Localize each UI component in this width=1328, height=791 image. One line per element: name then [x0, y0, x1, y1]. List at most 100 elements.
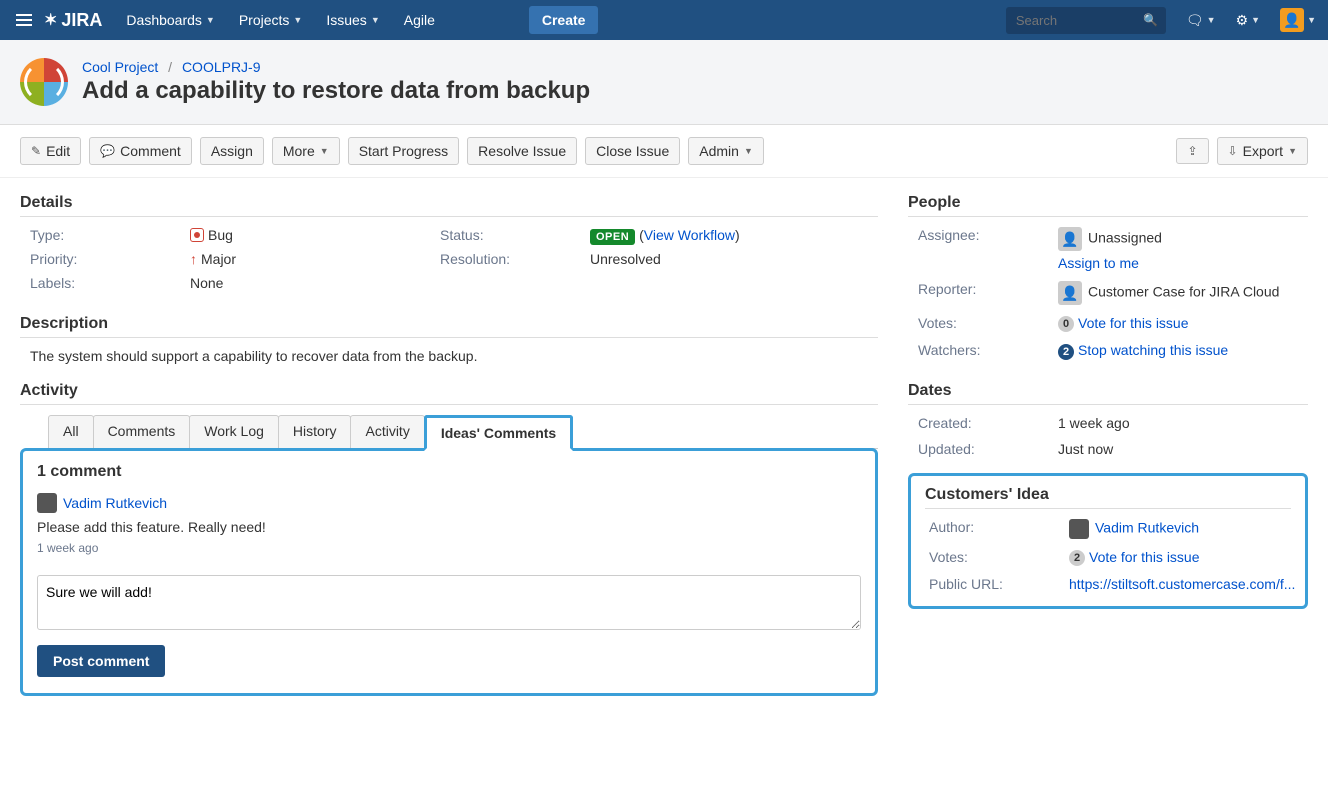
description-text: The system should support a capability t… [20, 348, 878, 364]
nav-agile[interactable]: Agile [394, 0, 445, 40]
ideas-comments-panel: 1 comment Vadim Rutkevich Please add thi… [20, 448, 878, 696]
page-header: Cool Project / COOLPRJ-9 Add a capabilit… [0, 40, 1328, 125]
type-value: Bug [190, 227, 440, 243]
status-badge: OPEN [590, 229, 635, 245]
created-label: Created: [918, 415, 1058, 431]
help-icon[interactable]: 🗨▼ [1186, 12, 1216, 29]
votes-value: 0Vote for this issue [1058, 315, 1308, 332]
jira-logo[interactable]: ✶ JIRA [44, 10, 102, 31]
vote-link[interactable]: Vote for this issue [1078, 315, 1189, 331]
created-value: 1 week ago [1058, 415, 1308, 431]
search-input[interactable] [1006, 7, 1166, 34]
comment-button[interactable]: 💬Comment [89, 137, 192, 165]
priority-value: ↑Major [190, 251, 440, 267]
avatar-icon: 👤 [1280, 8, 1304, 32]
start-progress-button[interactable]: Start Progress [348, 137, 459, 165]
votes-count-badge: 0 [1058, 316, 1074, 332]
watchers-count-badge: 2 [1058, 344, 1074, 360]
idea-votes-count-badge: 2 [1069, 550, 1085, 566]
details-grid: Type: Bug Status: OPEN (View Workflow) P… [20, 227, 878, 291]
public-url-link[interactable]: https://stiltsoft.customercase.com/f... [1069, 576, 1295, 592]
priority-major-icon: ↑ [190, 251, 197, 267]
reporter-label: Reporter: [918, 281, 1058, 297]
type-label: Type: [30, 227, 190, 243]
speech-icon: 💬 [100, 144, 115, 158]
bug-icon [190, 228, 204, 242]
priority-label: Priority: [30, 251, 190, 267]
create-button[interactable]: Create [529, 6, 599, 34]
idea-url-label: Public URL: [929, 576, 1069, 592]
activity-tabs: All Comments Work Log History Activity I… [48, 415, 878, 449]
assign-button[interactable]: Assign [200, 137, 264, 165]
close-button[interactable]: Close Issue [585, 137, 680, 165]
tab-all[interactable]: All [48, 415, 94, 448]
watch-link[interactable]: Stop watching this issue [1078, 342, 1228, 358]
comment-item: Vadim Rutkevich Please add this feature.… [37, 493, 861, 555]
breadcrumb-separator: / [168, 59, 172, 75]
jira-logo-icon: ✶ [44, 10, 57, 30]
labels-value: None [190, 275, 440, 291]
people-heading: People [908, 194, 1308, 217]
resolution-label: Resolution: [440, 251, 590, 267]
idea-heading: Customers' Idea [925, 486, 1291, 509]
export-button[interactable]: ⇩Export▼ [1217, 137, 1308, 165]
comment-textarea[interactable] [37, 575, 861, 630]
labels-label: Labels: [30, 275, 190, 291]
dates-heading: Dates [908, 382, 1308, 405]
user-avatar-icon [1058, 227, 1082, 251]
nav-dashboards[interactable]: Dashboards▼ [116, 0, 224, 40]
tab-activity[interactable]: Activity [350, 415, 424, 448]
settings-icon[interactable]: ⚙▼ [1236, 12, 1260, 29]
share-button[interactable]: ⇪ [1176, 138, 1208, 164]
watchers-value: 2Stop watching this issue [1058, 342, 1308, 359]
comment-time: 1 week ago [37, 541, 861, 555]
reporter-value: Customer Case for JIRA Cloud [1058, 281, 1308, 305]
status-value: OPEN (View Workflow) [590, 227, 878, 243]
resolution-value: Unresolved [590, 251, 878, 267]
customers-idea-panel: Customers' Idea Author: Vadim Rutkevich … [908, 473, 1308, 609]
idea-votes-value: 2Vote for this issue [1069, 549, 1295, 566]
breadcrumb: Cool Project / COOLPRJ-9 [82, 59, 590, 75]
project-avatar-icon [20, 58, 68, 106]
comments-count: 1 comment [37, 463, 861, 481]
breadcrumb-issue-key[interactable]: COOLPRJ-9 [182, 59, 261, 75]
profile-menu[interactable]: 👤▼ [1280, 8, 1316, 32]
assign-to-me-link[interactable]: Assign to me [1058, 255, 1308, 271]
edit-button[interactable]: ✎Edit [20, 137, 81, 165]
nav-projects[interactable]: Projects▼ [229, 0, 313, 40]
idea-author-link[interactable]: Vadim Rutkevich [1095, 519, 1199, 535]
search-wrap: 🔍 [1006, 7, 1166, 34]
updated-label: Updated: [918, 441, 1058, 457]
avatar-icon [1069, 519, 1089, 539]
view-workflow-link[interactable]: View Workflow [644, 227, 735, 243]
idea-vote-link[interactable]: Vote for this issue [1089, 549, 1200, 565]
description-heading: Description [20, 315, 878, 338]
idea-url-value: https://stiltsoft.customercase.com/f... [1069, 576, 1295, 592]
more-button[interactable]: More▼ [272, 137, 340, 165]
user-avatar-icon [1058, 281, 1082, 305]
post-comment-button[interactable]: Post comment [37, 645, 165, 677]
issue-title: Add a capability to restore data from ba… [82, 77, 590, 105]
toolbar: ✎Edit 💬Comment Assign More▼ Start Progre… [0, 125, 1328, 178]
comment-author-link[interactable]: Vadim Rutkevich [63, 495, 167, 511]
updated-value: Just now [1058, 441, 1308, 457]
resolve-button[interactable]: Resolve Issue [467, 137, 577, 165]
comment-body: Please add this feature. Really need! [37, 519, 861, 535]
idea-author-value: Vadim Rutkevich [1069, 519, 1295, 539]
tab-ideas-comments[interactable]: Ideas' Comments [424, 415, 573, 451]
menu-icon[interactable] [12, 8, 36, 32]
admin-button[interactable]: Admin▼ [688, 137, 764, 165]
tab-work-log[interactable]: Work Log [189, 415, 279, 448]
assignee-value: Unassigned Assign to me [1058, 227, 1308, 271]
tab-history[interactable]: History [278, 415, 352, 448]
share-icon: ⇪ [1187, 144, 1197, 158]
breadcrumb-project[interactable]: Cool Project [82, 59, 158, 75]
logo-text: JIRA [61, 10, 102, 31]
pencil-icon: ✎ [31, 144, 41, 158]
search-icon: 🔍 [1143, 13, 1158, 27]
avatar-icon [37, 493, 57, 513]
tab-comments[interactable]: Comments [93, 415, 191, 448]
details-heading: Details [20, 194, 878, 217]
nav-issues[interactable]: Issues▼ [316, 0, 389, 40]
idea-votes-label: Votes: [929, 549, 1069, 565]
